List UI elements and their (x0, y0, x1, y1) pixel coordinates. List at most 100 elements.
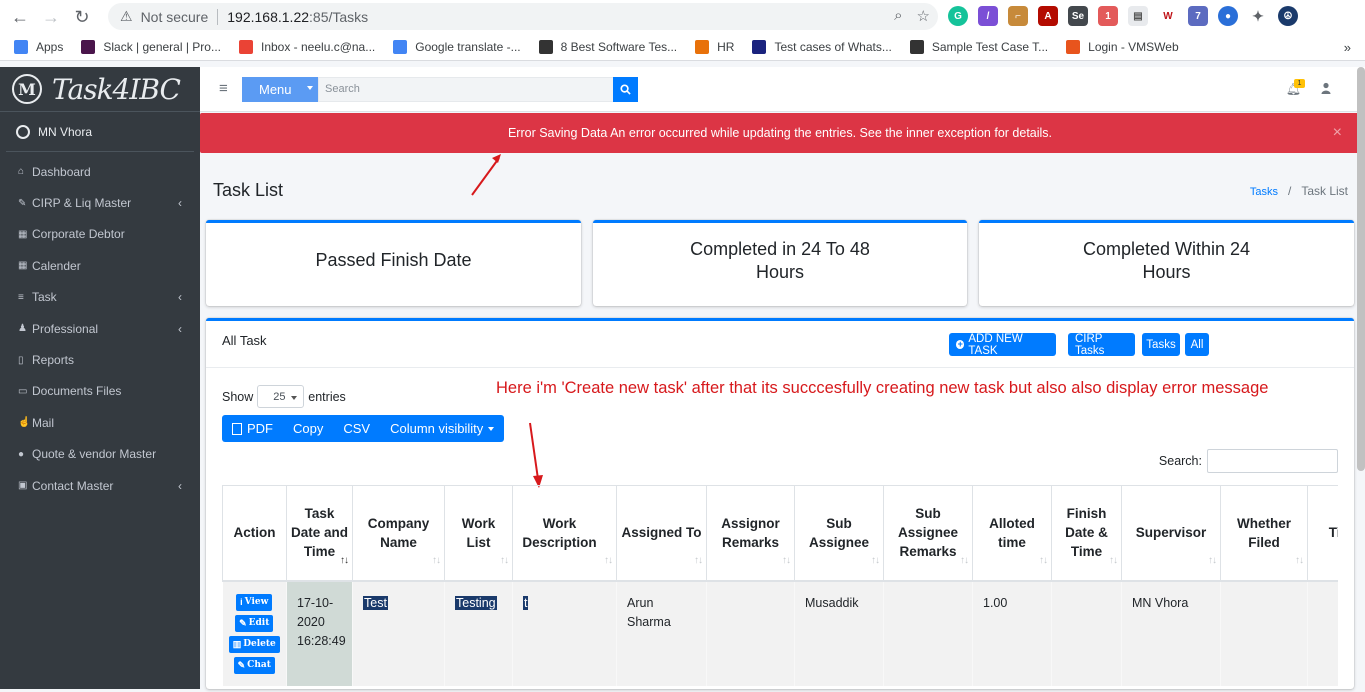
menu-button[interactable]: Menu (242, 77, 318, 102)
sidebar-item-corporate-debtor[interactable]: ▦ Corporate Debtor (0, 219, 200, 250)
delete-button[interactable]: ▥ Delete (228, 635, 280, 653)
selenium-icon[interactable]: Se (1068, 6, 1088, 26)
quill-icon[interactable]: / (978, 6, 998, 26)
gear-extension-icon[interactable]: 7 (1188, 6, 1208, 26)
puzzle-icon[interactable]: ✦ (1248, 6, 1268, 26)
thumbs-up-icon: ☝ (18, 417, 31, 429)
column-visibility-button[interactable]: Column visibility (380, 415, 504, 442)
security-label: Not secure (140, 8, 209, 25)
bookmark-item[interactable]: Google translate -... (393, 40, 521, 54)
top-navbar: ≡ Menu Search 🔔︎ 1 (200, 67, 1365, 112)
column-header[interactable]: Task Date and Time ↑↓ (286, 485, 353, 582)
home-icon: ⌂ (18, 166, 25, 178)
cirp-tasks-button[interactable]: CIRP Tasks (1068, 333, 1135, 357)
address-actions: ⌕ ☆ (894, 7, 930, 25)
card-completed-within-24[interactable]: Completed Within 24 Hours (979, 220, 1354, 306)
user-menu-icon[interactable] (1321, 82, 1331, 94)
table-search-input[interactable] (1207, 449, 1338, 473)
column-header[interactable]: Work List ↑↓ (444, 485, 513, 582)
pdf-button[interactable]: PDF (222, 415, 283, 442)
column-header-label: Finish Date & Time (1065, 506, 1108, 560)
column-header[interactable]: Sub Assignee ↑↓ (794, 485, 884, 582)
sidebar-item-documents-files[interactable]: ▭ Documents Files (0, 376, 200, 407)
card-completed-24-48[interactable]: Completed in 24 To 48 Hours (593, 220, 967, 306)
sidebar-item-label: Calender (32, 258, 81, 273)
column-header-label: Work List (461, 515, 496, 550)
bookmark-item[interactable]: Slack | general | Pro... (81, 40, 221, 54)
card-passed-finish-date[interactable]: Passed Finish Date (206, 220, 581, 306)
profile-avatar[interactable]: ☮ (1278, 6, 1298, 26)
sidebar-item-quote-vendor-master[interactable]: ● Quote & vendor Master (0, 439, 200, 470)
hamburger-icon[interactable]: ≡ (219, 80, 228, 97)
sidebar-item-cirp-liq-master[interactable]: ✎ CIRP & Liq Master ‹ (0, 187, 200, 218)
bookmark-item[interactable]: HR (695, 40, 734, 54)
chat-button[interactable]: ✎ Chat (233, 656, 275, 674)
chevron-left-icon: ‹ (178, 196, 182, 211)
bookmark-item[interactable]: Apps (14, 40, 63, 54)
back-icon[interactable]: ← (9, 6, 31, 28)
copy-button[interactable]: Copy (283, 415, 333, 442)
edit-button[interactable]: ✎ Edit (235, 614, 274, 632)
entries-select[interactable]: 25 (257, 385, 305, 408)
bookmark-item[interactable]: Test cases of Whats... (752, 40, 892, 54)
close-icon[interactable]: × (1333, 124, 1342, 142)
sidebar-item-task[interactable]: ≡ Task ‹ (0, 282, 200, 313)
column-header[interactable]: Company Name ↑↓ (352, 485, 445, 582)
sidebar-item-reports[interactable]: ▯ Reports (0, 344, 200, 375)
error-alert: Error Saving Data An error occurred whil… (200, 113, 1360, 153)
hammer-icon[interactable]: ⌐ (1008, 6, 1028, 26)
view-button[interactable]: i View (236, 593, 273, 611)
bookmark-item[interactable]: 8 Best Software Tes... (538, 40, 677, 54)
csv-button[interactable]: CSV (333, 415, 380, 442)
more-bookmarks-icon[interactable]: » (1344, 40, 1351, 55)
column-header[interactable]: Work Description ↑↓ (512, 485, 617, 582)
bookmark-item[interactable]: Inbox - neelu.c@na... (238, 40, 375, 54)
sidebar: M Task4IBC MN Vhora ⌂ Dashboard ✎ CIRP & Li… (0, 67, 200, 689)
column-header[interactable]: Supervisor ↑↓ (1121, 485, 1221, 582)
bookmark-item[interactable]: Login - VMSWeb (1066, 40, 1179, 54)
color-wheel-icon[interactable]: ● (1218, 6, 1238, 26)
grammarly-icon[interactable]: G (948, 6, 968, 26)
show-entries: Show 25 entries (222, 385, 346, 408)
column-header[interactable]: Assigned To ↑↓ (616, 485, 707, 582)
sidebar-item-label: Documents Files (32, 384, 122, 399)
w-extension-icon[interactable]: W (1158, 6, 1178, 26)
column-header[interactable]: Action (222, 485, 287, 582)
delete-icon: ▥ (232, 638, 242, 649)
search-button[interactable] (613, 77, 638, 102)
sidebar-item-mail[interactable]: ☝ Mail (0, 407, 200, 438)
column-header[interactable]: Whether Filed ↑↓ (1220, 485, 1308, 582)
network-extension-icon[interactable]: 1 (1098, 6, 1118, 26)
action-buttons: i View ✎ Edit ▥ Delete ✎ Chat (223, 593, 287, 674)
page-scrollbar[interactable] (1357, 67, 1365, 471)
address-bar[interactable]: ⚠ Not secure 192.168.1.22:85/Tasks ⌕ ☆ (108, 3, 938, 30)
all-task-panel: All Task + ADD NEW TASK CIRP Tasks Tasks … (206, 318, 1354, 689)
add-new-task-button[interactable]: + ADD NEW TASK (949, 333, 1056, 357)
calendar-extension-icon[interactable]: ▤ (1128, 6, 1148, 26)
error-message: Error Saving Data An error occurred whil… (507, 126, 1053, 140)
search-input[interactable]: Search (318, 77, 614, 102)
sort-icon: ↑↓ (432, 554, 441, 566)
user-panel[interactable]: MN Vhora (6, 112, 194, 152)
column-header[interactable]: Finish Date & Time ↑↓ (1051, 485, 1122, 582)
reload-icon[interactable]: ↻ (71, 6, 93, 28)
zoom-icon[interactable]: ⌕ (894, 7, 902, 25)
pdf-extension-icon[interactable]: A (1038, 6, 1058, 26)
forward-icon[interactable]: → (40, 6, 62, 28)
calendar-icon: ▦ (18, 260, 28, 272)
column-header[interactable]: Time Spent↑↓ (1307, 485, 1338, 582)
column-header[interactable]: Assignor Remarks ↑↓ (706, 485, 795, 582)
sidebar-item-dashboard[interactable]: ⌂ Dashboard (0, 156, 200, 187)
column-header[interactable]: Sub Assignee Remarks ↑↓ (883, 485, 973, 582)
star-icon[interactable]: ☆ (917, 7, 930, 25)
sidebar-item-calender[interactable]: ▦ Calender (0, 250, 200, 281)
brand[interactable]: M Task4IBC (0, 67, 200, 112)
column-header[interactable]: Alloted time ↑↓ (972, 485, 1052, 582)
all-button[interactable]: All (1185, 333, 1209, 356)
breadcrumb-link-tasks[interactable]: Tasks (1250, 186, 1278, 198)
sidebar-item-professional[interactable]: ♟ Professional ‹ (0, 313, 200, 344)
sort-icon: ↑↓ (960, 554, 969, 566)
sidebar-item-contact-master[interactable]: ▣ Contact Master ‹ (0, 470, 200, 501)
tasks-button[interactable]: Tasks (1142, 333, 1180, 356)
bookmark-item[interactable]: Sample Test Case T... (909, 40, 1048, 54)
